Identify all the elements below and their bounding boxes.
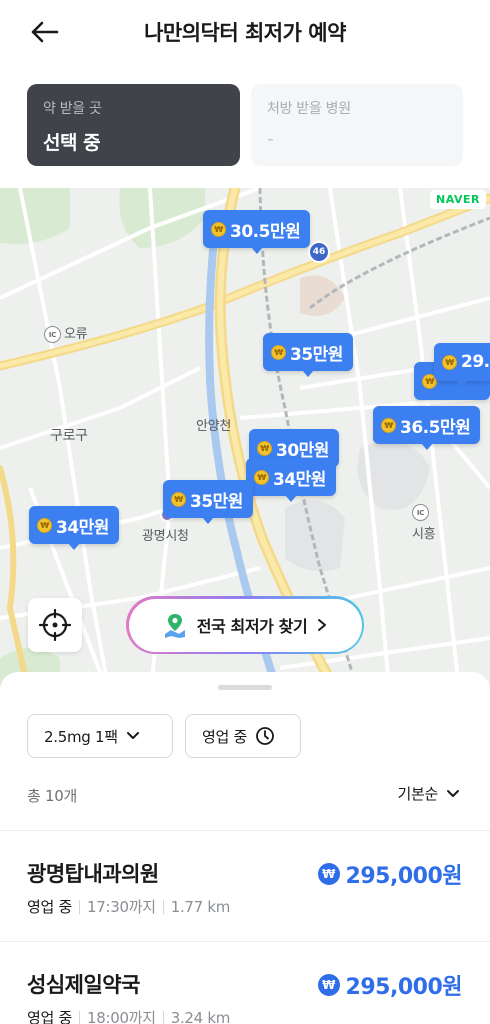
coin-icon: ₩ [37,517,52,533]
interchange-icon: IC [44,326,61,343]
dose-filter-dropdown[interactable]: 2.5mg 1팩 [27,714,173,758]
pharmacy-selector-value: 선택 중 [43,132,101,154]
chevron-down-icon [126,732,139,739]
list-item-price-value: 295,000원 [345,975,463,1000]
clock-icon [256,727,274,745]
pharmacy-selector[interactable]: 약 받을 곳 선택 중 [27,84,240,166]
meta-separator [78,1010,80,1024]
hospital-selector-label: 처방 받을 병원 [267,101,351,117]
interchange-icon: IC [412,504,429,521]
coin-icon: ₩ [211,221,226,237]
coin-icon: ₩ [442,354,457,370]
price-pin-label: 35만원 [290,344,343,365]
list-item-price-value: 295,000원 [345,864,463,889]
price-pin[interactable]: ₩36.5만원 [373,406,481,450]
list-item-status: 영업 중 [27,1009,72,1024]
price-pin-label: 36.5만원 [400,417,471,438]
coin-icon: ₩ [257,440,272,456]
open-now-filter-label: 영업 중 [202,727,247,746]
list-item-name: 성심제일약국 [27,973,140,997]
list-item[interactable]: 성심제일약국 영업 중 18:00까지 3.24 km ₩ 295,000원 [0,942,490,1024]
result-count: 총 10개 [27,787,77,805]
place-label-text: 오류 [64,327,88,342]
list-item-price: ₩ 295,000원 [317,858,463,890]
list-item-distance: 1.77 km [170,897,231,916]
hospital-selector[interactable]: 처방 받을 병원 - [251,84,463,166]
coin-icon: ₩ [271,344,286,360]
price-pin[interactable]: ₩35만원 [263,333,353,377]
place-label: 광명시청 [142,529,189,544]
price-pin[interactable]: ₩34만원 [246,458,336,502]
price-pin[interactable]: ₩29. [434,343,490,387]
list-item-status: 영업 중 [27,898,72,916]
naver-logo: NAVER [430,190,486,209]
map-pin-icon [164,614,185,638]
nationwide-button-label: 전국 최저가 찾기 [196,617,308,636]
price-pin[interactable]: ₩30.5만원 [203,210,311,254]
meta-separator [78,899,80,914]
list-item[interactable]: 광명탑내과의원 영업 중 17:30까지 1.77 km ₩ 295,000원 [0,831,490,941]
page-title: 나만의닥터 최저가 예약 [144,21,346,45]
place-label: 안양천 [196,419,231,434]
sort-dropdown[interactable]: 기본순 [397,783,460,804]
open-now-filter[interactable]: 영업 중 [185,714,301,758]
price-pin[interactable]: ₩34만원 [29,506,119,550]
meta-separator [162,899,164,914]
price-pin-label: 30만원 [276,440,329,461]
crosshair-icon [39,609,71,641]
list-item-distance: 3.24 km [170,1008,231,1024]
nationwide-lowest-price-button[interactable]: 전국 최저가 찾기 [126,596,364,654]
place-label: IC 오류 [44,323,88,343]
price-pin-label: 30.5만원 [230,221,301,242]
place-label: IC [412,504,432,521]
coin-icon: ₩ [381,417,396,433]
header: 나만의닥터 최저가 예약 [0,0,490,66]
results-sheet: 2.5mg 1팩 영업 중 총 10개 기본순 광명탑내과의원 영업 중 17:… [0,672,490,1024]
nationwide-button-inner: 전국 최저가 찾기 [128,598,362,652]
route-badge: 46 [308,241,330,263]
list-item-hours: 17:30까지 [86,898,156,916]
price-pin-label: 29. [461,352,490,372]
current-location-button[interactable] [28,598,82,652]
dose-filter-label: 2.5mg 1팩 [44,727,118,746]
coin-icon: ₩ [171,491,186,507]
price-pin-label: 35만원 [190,491,243,512]
list-item-meta: 영업 중 18:00까지 3.24 km [27,1007,230,1024]
pharmacy-selector-label: 약 받을 곳 [43,101,102,117]
place-label: 시흥 [412,527,436,542]
price-pin[interactable]: ₩35만원 [163,480,253,524]
hospital-selector-value: - [267,128,274,150]
sort-label: 기본순 [397,785,438,803]
meta-separator [162,1010,164,1024]
list-item-price: ₩ 295,000원 [317,969,463,1001]
won-icon: ₩ [317,863,340,885]
list-item-hours: 18:00까지 [86,1009,156,1024]
price-pin-label: 34만원 [56,517,109,538]
sheet-drag-handle[interactable] [218,685,272,690]
place-label: 구로구 [50,428,88,444]
won-icon: ₩ [317,974,340,996]
price-pin-label: 34만원 [273,469,326,490]
list-item-name: 광명탑내과의원 [27,862,159,886]
coin-icon: ₩ [254,469,269,485]
chevron-down-icon [447,789,459,797]
chevron-right-icon [318,619,327,631]
list-item-meta: 영업 중 17:30까지 1.77 km [27,896,230,917]
